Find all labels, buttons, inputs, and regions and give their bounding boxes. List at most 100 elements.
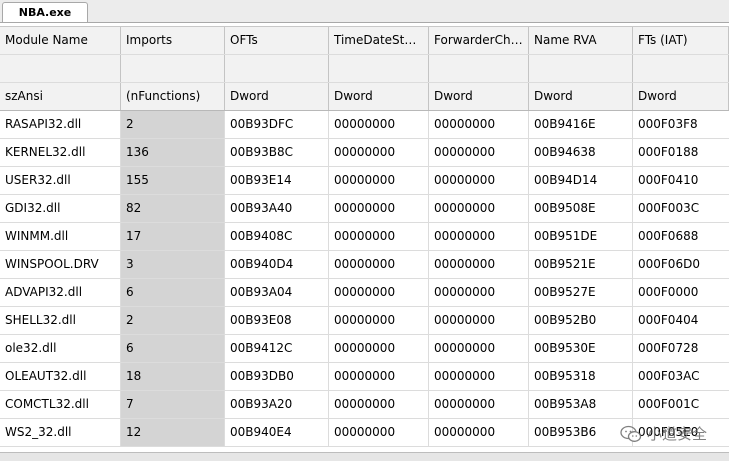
cell-name-rva[interactable]: 00B9416E: [529, 111, 633, 138]
cell-ofts[interactable]: 00B9412C: [225, 335, 329, 362]
table-row[interactable]: WINMM.dll 17 00B9408C 00000000 00000000 00B95…: [0, 223, 729, 251]
cell-forwarderchain[interactable]: 00000000: [429, 391, 529, 418]
cell-timedatestamp[interactable]: 00000000: [329, 195, 429, 222]
cell-forwarderchain[interactable]: 00000000: [429, 363, 529, 390]
cell-fts-iat[interactable]: 000F03AC: [633, 363, 729, 390]
cell-timedatestamp[interactable]: 00000000: [329, 391, 429, 418]
column-header-timedatestamp[interactable]: TimeDateSta...: [329, 27, 429, 54]
cell-imports[interactable]: 155: [121, 167, 225, 194]
cell-imports[interactable]: 12: [121, 419, 225, 446]
cell-module-name[interactable]: SHELL32.dll: [0, 307, 121, 334]
cell-timedatestamp[interactable]: 00000000: [329, 223, 429, 250]
cell-fts-iat[interactable]: 000F001C: [633, 391, 729, 418]
cell-forwarderchain[interactable]: 00000000: [429, 111, 529, 138]
cell-timedatestamp[interactable]: 00000000: [329, 111, 429, 138]
cell-fts-iat[interactable]: 000F0728: [633, 335, 729, 362]
cell-forwarderchain[interactable]: 00000000: [429, 307, 529, 334]
cell-imports[interactable]: 2: [121, 111, 225, 138]
cell-module-name[interactable]: ADVAPI32.dll: [0, 279, 121, 306]
cell-module-name[interactable]: WS2_32.dll: [0, 419, 121, 446]
cell-forwarderchain[interactable]: 00000000: [429, 167, 529, 194]
cell-name-rva[interactable]: 00B952B0: [529, 307, 633, 334]
cell-imports[interactable]: 6: [121, 335, 225, 362]
cell-fts-iat[interactable]: 000F0410: [633, 167, 729, 194]
cell-name-rva[interactable]: 00B9521E: [529, 251, 633, 278]
table-row[interactable]: USER32.dll 155 00B93E14 00000000 00000000 00B…: [0, 167, 729, 195]
table-row[interactable]: GDI32.dll 82 00B93A40 00000000 00000000 00B95…: [0, 195, 729, 223]
table-row[interactable]: OLEAUT32.dll 18 00B93DB0 00000000 00000000 00…: [0, 363, 729, 391]
cell-timedatestamp[interactable]: 00000000: [329, 419, 429, 446]
cell-forwarderchain[interactable]: 00000000: [429, 251, 529, 278]
cell-fts-iat[interactable]: 000F03F8: [633, 111, 729, 138]
cell-ofts[interactable]: 00B93E08: [225, 307, 329, 334]
cell-fts-iat[interactable]: 000F0188: [633, 139, 729, 166]
cell-name-rva[interactable]: 00B9530E: [529, 335, 633, 362]
table-row[interactable]: SHELL32.dll 2 00B93E08 00000000 00000000 00B9…: [0, 307, 729, 335]
cell-module-name[interactable]: GDI32.dll: [0, 195, 121, 222]
cell-ofts[interactable]: 00B93A04: [225, 279, 329, 306]
cell-ofts[interactable]: 00B93E14: [225, 167, 329, 194]
cell-name-rva[interactable]: 00B9527E: [529, 279, 633, 306]
table-row[interactable]: WINSPOOL.DRV 3 00B940D4 00000000 00000000 00B…: [0, 251, 729, 279]
column-header-ofts[interactable]: OFTs: [225, 27, 329, 54]
cell-name-rva[interactable]: 00B95318: [529, 363, 633, 390]
cell-imports[interactable]: 18: [121, 363, 225, 390]
cell-forwarderchain[interactable]: 00000000: [429, 335, 529, 362]
cell-imports[interactable]: 7: [121, 391, 225, 418]
cell-timedatestamp[interactable]: 00000000: [329, 279, 429, 306]
cell-module-name[interactable]: KERNEL32.dll: [0, 139, 121, 166]
cell-fts-iat[interactable]: 000F003C: [633, 195, 729, 222]
cell-name-rva[interactable]: 00B9508E: [529, 195, 633, 222]
cell-module-name[interactable]: WINMM.dll: [0, 223, 121, 250]
table-row[interactable]: RASAPI32.dll 2 00B93DFC 00000000 00000000 00B…: [0, 111, 729, 139]
cell-imports[interactable]: 82: [121, 195, 225, 222]
cell-timedatestamp[interactable]: 00000000: [329, 363, 429, 390]
cell-module-name[interactable]: RASAPI32.dll: [0, 111, 121, 138]
cell-fts-iat[interactable]: 000F06D0: [633, 251, 729, 278]
cell-ofts[interactable]: 00B940D4: [225, 251, 329, 278]
cell-name-rva[interactable]: 00B953B6: [529, 419, 633, 446]
cell-ofts[interactable]: 00B9408C: [225, 223, 329, 250]
cell-fts-iat[interactable]: 000F0404: [633, 307, 729, 334]
cell-name-rva[interactable]: 00B953A8: [529, 391, 633, 418]
cell-module-name[interactable]: USER32.dll: [0, 167, 121, 194]
cell-forwarderchain[interactable]: 00000000: [429, 139, 529, 166]
cell-timedatestamp[interactable]: 00000000: [329, 307, 429, 334]
column-header-module-name[interactable]: Module Name: [0, 27, 121, 54]
column-header-name-rva[interactable]: Name RVA: [529, 27, 633, 54]
cell-imports[interactable]: 6: [121, 279, 225, 306]
cell-forwarderchain[interactable]: 00000000: [429, 279, 529, 306]
cell-timedatestamp[interactable]: 00000000: [329, 167, 429, 194]
cell-forwarderchain[interactable]: 00000000: [429, 195, 529, 222]
tab-nba-exe[interactable]: NBA.exe: [2, 2, 88, 22]
cell-ofts[interactable]: 00B93DFC: [225, 111, 329, 138]
table-row[interactable]: ADVAPI32.dll 6 00B93A04 00000000 00000000 00B…: [0, 279, 729, 307]
cell-module-name[interactable]: WINSPOOL.DRV: [0, 251, 121, 278]
cell-timedatestamp[interactable]: 00000000: [329, 335, 429, 362]
cell-ofts[interactable]: 00B93DB0: [225, 363, 329, 390]
cell-forwarderchain[interactable]: 00000000: [429, 223, 529, 250]
cell-imports[interactable]: 2: [121, 307, 225, 334]
cell-module-name[interactable]: ole32.dll: [0, 335, 121, 362]
cell-module-name[interactable]: OLEAUT32.dll: [0, 363, 121, 390]
cell-forwarderchain[interactable]: 00000000: [429, 419, 529, 446]
table-row[interactable]: KERNEL32.dll 136 00B93B8C 00000000 00000000 0…: [0, 139, 729, 167]
cell-ofts[interactable]: 00B940E4: [225, 419, 329, 446]
cell-imports[interactable]: 3: [121, 251, 225, 278]
table-row[interactable]: ole32.dll 6 00B9412C 00000000 00000000 00B953…: [0, 335, 729, 363]
cell-ofts[interactable]: 00B93B8C: [225, 139, 329, 166]
cell-ofts[interactable]: 00B93A20: [225, 391, 329, 418]
column-header-fts-iat[interactable]: FTs (IAT): [633, 27, 729, 54]
cell-fts-iat[interactable]: 000F0000: [633, 279, 729, 306]
cell-module-name[interactable]: COMCTL32.dll: [0, 391, 121, 418]
column-header-forwarderchain[interactable]: ForwarderCha...: [429, 27, 529, 54]
cell-name-rva[interactable]: 00B94D14: [529, 167, 633, 194]
table-row[interactable]: COMCTL32.dll 7 00B93A20 00000000 00000000 00B…: [0, 391, 729, 419]
cell-name-rva[interactable]: 00B94638: [529, 139, 633, 166]
cell-timedatestamp[interactable]: 00000000: [329, 251, 429, 278]
cell-imports[interactable]: 17: [121, 223, 225, 250]
cell-ofts[interactable]: 00B93A40: [225, 195, 329, 222]
cell-imports[interactable]: 136: [121, 139, 225, 166]
cell-timedatestamp[interactable]: 00000000: [329, 139, 429, 166]
cell-fts-iat[interactable]: 000F0688: [633, 223, 729, 250]
